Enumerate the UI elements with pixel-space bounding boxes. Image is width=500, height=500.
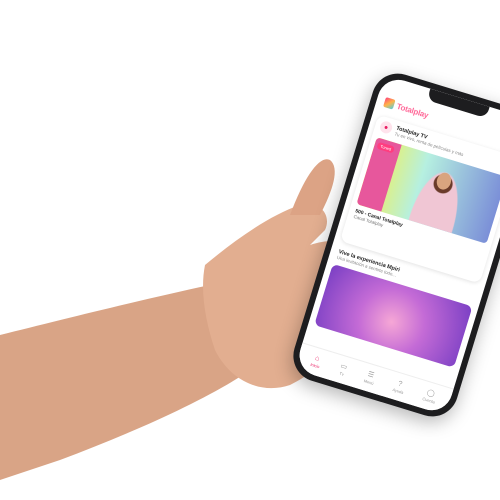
tab-menu[interactable]: ☰ Menú	[363, 370, 376, 386]
promo-banner[interactable]	[314, 263, 473, 368]
presenter-image	[406, 159, 473, 234]
totalplay-logo-icon	[383, 97, 396, 110]
tab-inicio[interactable]: ⌂ Inicio	[310, 354, 323, 369]
tv-badge-icon: ●	[378, 119, 394, 135]
tab-cuenta[interactable]: ◯ Cuenta	[422, 388, 438, 404]
tab-label: Inicio	[309, 361, 321, 370]
tab-label: Tv	[338, 370, 345, 377]
tab-ayuda[interactable]: ? Ayuda	[392, 379, 407, 395]
thumb	[290, 159, 335, 215]
brand-name: Totalplay	[395, 101, 430, 120]
tab-tv[interactable]: ▭ Tv	[338, 363, 348, 377]
tab-label: Ayuda	[391, 386, 405, 395]
